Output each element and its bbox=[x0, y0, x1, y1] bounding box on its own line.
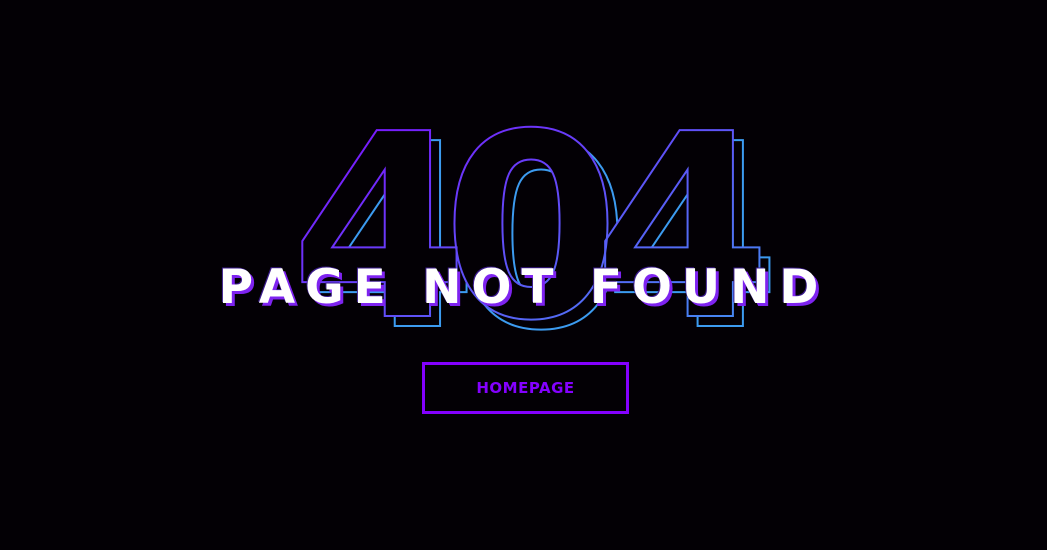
page-title: PAGE NOT FOUND bbox=[218, 260, 829, 315]
homepage-button[interactable]: HOMEPAGE bbox=[422, 362, 629, 414]
error-code-outline-main: 404 bbox=[291, 80, 760, 377]
not-found-page: 404 404 PAGE NOT FOUND HOMEPAGE bbox=[0, 0, 1047, 550]
